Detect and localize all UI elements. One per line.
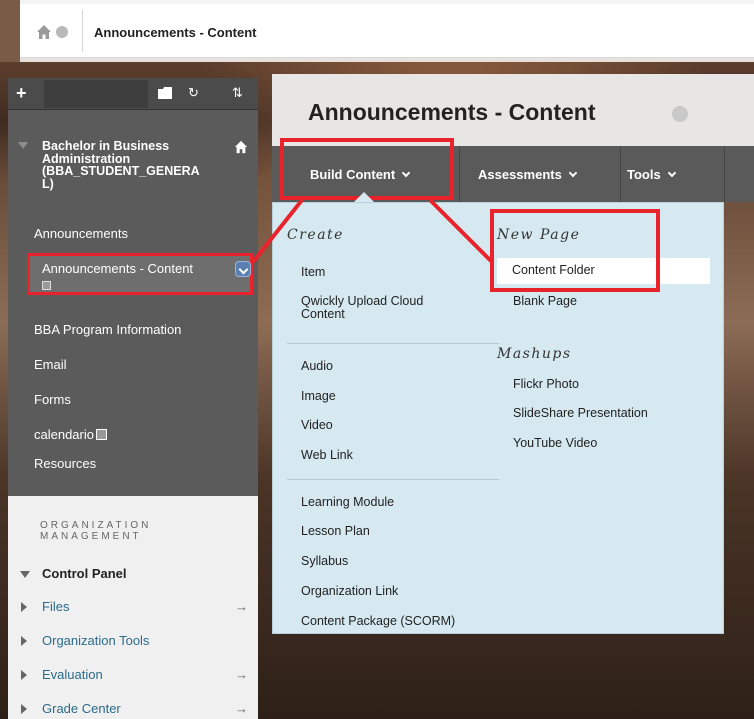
menu-item-image[interactable]: Image — [301, 390, 336, 403]
group-heading-new-page: New Page — [497, 227, 581, 243]
circle-chevron-icon[interactable] — [56, 26, 68, 38]
menu-item-slideshare[interactable]: SlideShare Presentation — [513, 407, 648, 420]
sidebar-toolbar: + ↻ ⇅ — [8, 78, 258, 110]
home-icon[interactable] — [36, 24, 52, 40]
menu-item-label: Content Folder — [512, 263, 595, 277]
control-panel-heading[interactable]: Control Panel — [42, 566, 127, 581]
group-heading-create: Create — [287, 227, 344, 243]
organization-management-panel: ORGANIZATION MANAGEMENT Control Panel Fi… — [8, 496, 258, 719]
divider — [287, 343, 499, 344]
arrow-right-icon: → — [235, 701, 248, 716]
dropdown-caret — [354, 192, 374, 202]
highlight-box-build-content — [280, 138, 454, 200]
menu-item-video[interactable]: Video — [301, 419, 333, 432]
menu-item-organization-link[interactable]: Organization Link — [301, 585, 398, 598]
menu-item-youtube-video[interactable]: YouTube Video — [513, 437, 597, 450]
control-panel-item-organization-tools[interactable]: Organization Tools — [8, 628, 258, 654]
sidebar-item-resources[interactable]: Resources — [34, 456, 96, 471]
assessments-button[interactable]: Assessments — [460, 146, 620, 202]
toolbar-blank — [44, 80, 148, 108]
sidebar-item-bba-program-information[interactable]: BBA Program Information — [34, 322, 181, 337]
chevron-down-icon — [568, 168, 578, 178]
refresh-icon[interactable]: ↻ — [188, 85, 199, 101]
sidebar-item-forms[interactable]: Forms — [34, 392, 71, 407]
sidebar-item-announcements-content[interactable]: Announcements - Content — [27, 253, 253, 295]
control-panel-item-label: Grade Center — [42, 701, 121, 716]
tools-button[interactable]: Tools — [621, 146, 731, 202]
expand-triangle-icon — [21, 670, 27, 680]
control-panel-item-label: Evaluation — [42, 667, 103, 682]
course-title[interactable]: Bachelor in Business Administration (BBA… — [42, 140, 222, 190]
collapse-triangle-icon[interactable] — [20, 571, 30, 578]
sidebar-item-calendario[interactable]: calendario — [34, 427, 107, 442]
breadcrumb-divider — [82, 10, 83, 52]
expand-triangle-icon — [21, 602, 27, 612]
menu-item-content-folder[interactable]: Content Folder — [497, 258, 710, 284]
course-sidebar: + ↻ ⇅ Bachelor in Business Administratio… — [0, 62, 258, 719]
control-panel-item-label: Files — [42, 599, 70, 614]
divider — [287, 479, 499, 480]
home-icon[interactable] — [234, 140, 248, 154]
menu-item-audio[interactable]: Audio — [301, 360, 333, 373]
plus-icon[interactable]: + — [16, 83, 27, 104]
menu-divider — [724, 146, 725, 202]
sidebar-item-announcements[interactable]: Announcements — [34, 226, 128, 241]
menu-item-syllabus[interactable]: Syllabus — [301, 555, 348, 568]
sidebar-item-email[interactable]: Email — [34, 357, 67, 372]
collapse-triangle-icon[interactable] — [18, 142, 28, 149]
expand-triangle-icon — [21, 636, 27, 646]
group-heading-mashups: Mashups — [497, 346, 572, 362]
breadcrumb-bar: Announcements - Content — [0, 0, 754, 62]
tools-label: Tools — [627, 167, 661, 182]
sort-icon[interactable]: ⇅ — [232, 85, 243, 101]
page-title: Announcements - Content — [308, 99, 596, 125]
arrow-right-icon: → — [235, 599, 248, 614]
content-marker-icon — [42, 281, 51, 290]
menu-item-item[interactable]: Item — [301, 266, 325, 279]
control-panel-item-evaluation[interactable]: Evaluation → — [8, 662, 258, 688]
chevron-down-icon — [667, 168, 676, 178]
management-title: ORGANIZATION MANAGEMENT — [40, 520, 152, 542]
left-edge — [0, 0, 20, 62]
circle-chevron-icon[interactable] — [672, 106, 688, 122]
sidebar-item-label: calendario — [34, 427, 94, 442]
menu-item-qwickly-upload[interactable]: Qwickly Upload Cloud Content — [301, 295, 461, 321]
menu-item-learning-module[interactable]: Learning Module — [301, 496, 394, 509]
folder-icon[interactable] — [158, 87, 172, 99]
menu-item-web-link[interactable]: Web Link — [301, 449, 353, 462]
chevron-down-icon[interactable] — [235, 261, 251, 277]
control-panel-item-label: Organization Tools — [42, 633, 150, 648]
control-panel-item-grade-center[interactable]: Grade Center → — [8, 696, 258, 719]
expand-triangle-icon — [21, 704, 27, 714]
menu-item-content-package[interactable]: Content Package (SCORM) — [301, 615, 455, 628]
menu-item-blank-page[interactable]: Blank Page — [513, 295, 577, 308]
control-panel-item-files[interactable]: Files → — [8, 594, 258, 620]
content-title-bar: Announcements - Content — [272, 74, 754, 146]
arrow-right-icon: → — [235, 667, 248, 682]
breadcrumb-current: Announcements - Content — [94, 25, 257, 40]
calendar-icon — [96, 429, 107, 440]
menu-item-flickr-photo[interactable]: Flickr Photo — [513, 378, 579, 391]
menu-item-lesson-plan[interactable]: Lesson Plan — [301, 525, 370, 538]
sidebar-item-label: Announcements - Content — [42, 261, 194, 276]
assessments-label: Assessments — [478, 167, 562, 182]
